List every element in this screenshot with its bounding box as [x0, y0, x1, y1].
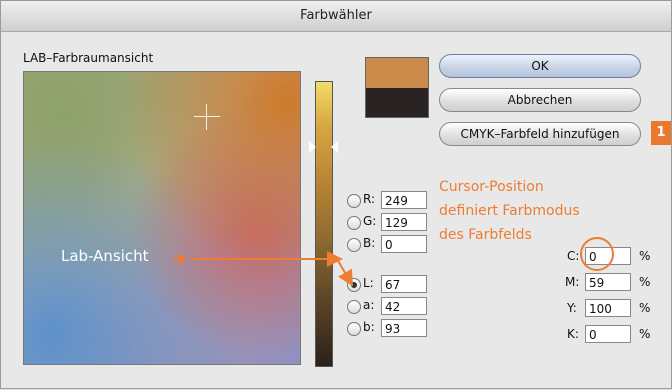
color-picker-dialog: Farbwähler LAB–Farbraumansicht OK Abbrec…	[0, 0, 672, 389]
arrow-to-lab-label-icon	[179, 253, 187, 265]
arrow-to-l-radio-icon	[336, 258, 354, 287]
annotation-arrows	[173, 251, 354, 287]
